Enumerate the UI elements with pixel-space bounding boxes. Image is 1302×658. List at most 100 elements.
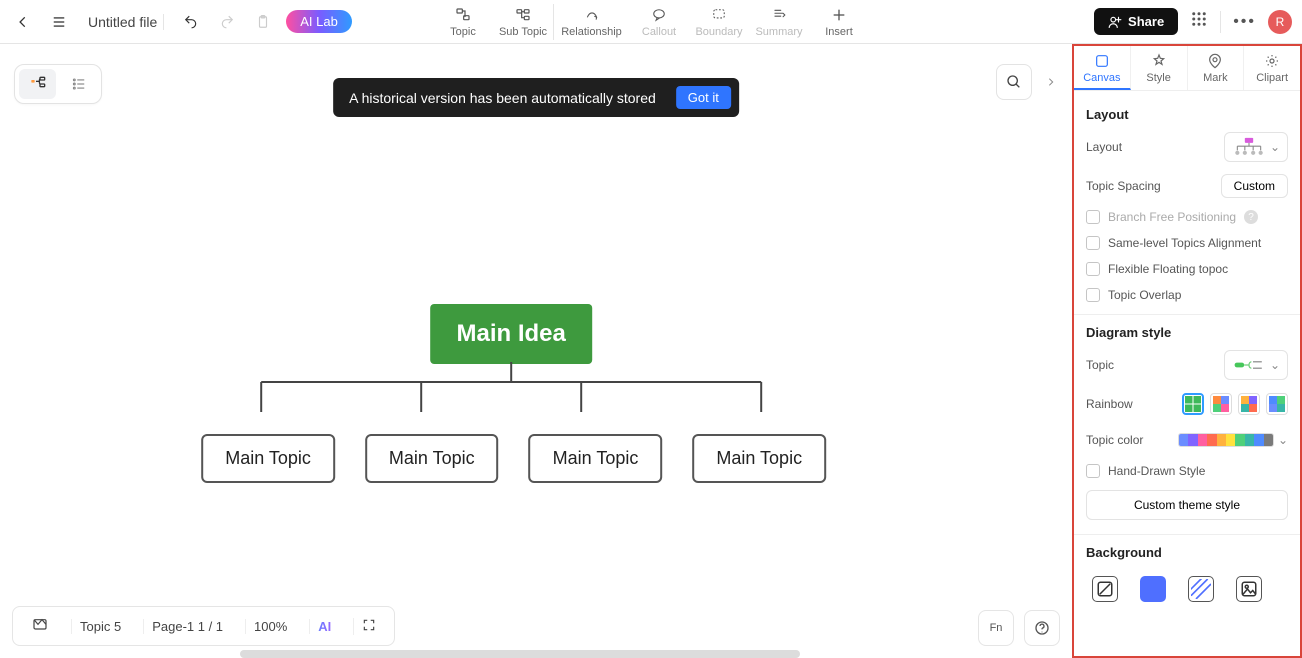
status-ai-button[interactable]: AI bbox=[309, 619, 339, 634]
right-panel: Canvas Style Mark Clipart Layout Layout bbox=[1072, 44, 1302, 658]
bg-none-icon[interactable] bbox=[1092, 576, 1118, 602]
tool-relationship[interactable]: Relationship bbox=[553, 4, 629, 40]
status-zoom[interactable]: 100% bbox=[245, 619, 295, 634]
fullscreen-icon[interactable] bbox=[353, 618, 384, 635]
help-hint-icon[interactable]: ? bbox=[1244, 210, 1258, 224]
canvas-top-right-controls bbox=[996, 64, 1060, 100]
help-icon[interactable] bbox=[1024, 610, 1060, 646]
history-toast: A historical version has been automatica… bbox=[333, 78, 739, 117]
paste-icon[interactable] bbox=[250, 9, 276, 35]
redo-icon[interactable] bbox=[214, 9, 240, 35]
spacing-button[interactable]: Custom bbox=[1221, 174, 1288, 198]
bg-pattern-icon[interactable] bbox=[1188, 576, 1214, 602]
checkbox-icon bbox=[1086, 236, 1100, 250]
chk-label: Hand-Drawn Style bbox=[1108, 464, 1205, 478]
tool-label: Insert bbox=[825, 26, 853, 38]
chk-label: Flexible Floating topoc bbox=[1108, 262, 1228, 276]
collapse-panel-icon[interactable] bbox=[1042, 64, 1060, 100]
mindmap: Main Idea Main Topic Main Topic Main Top… bbox=[201, 304, 821, 483]
custom-theme-button[interactable]: Custom theme style bbox=[1086, 490, 1288, 520]
bg-solid-icon[interactable] bbox=[1140, 576, 1166, 602]
chevron-down-icon: ⌄ bbox=[1278, 433, 1288, 447]
minimap-icon[interactable] bbox=[23, 617, 57, 636]
apps-grid-icon[interactable] bbox=[1190, 10, 1208, 33]
mindmap-view-icon[interactable] bbox=[19, 69, 56, 99]
more-menu-icon[interactable]: ••• bbox=[1233, 13, 1256, 31]
checkbox-icon bbox=[1086, 288, 1100, 302]
background-section-title: Background bbox=[1086, 545, 1288, 560]
undo-icon[interactable] bbox=[178, 9, 204, 35]
chk-label: Branch Free Positioning bbox=[1108, 210, 1236, 224]
branch-free-checkbox[interactable]: Branch Free Positioning ? bbox=[1086, 210, 1288, 224]
rainbow-option-1[interactable] bbox=[1182, 393, 1204, 415]
chevron-down-icon: ⌄ bbox=[1270, 140, 1280, 154]
tool-callout[interactable]: Callout bbox=[629, 4, 689, 40]
checkbox-icon bbox=[1086, 262, 1100, 276]
topic-color-strip[interactable] bbox=[1178, 433, 1274, 447]
tab-style[interactable]: Style bbox=[1131, 46, 1188, 90]
tab-label: Style bbox=[1146, 72, 1170, 84]
back-icon[interactable] bbox=[10, 9, 36, 35]
central-topic[interactable]: Main Idea bbox=[431, 304, 592, 364]
chk-label: Same-level Topics Alignment bbox=[1108, 236, 1261, 250]
checkbox-icon bbox=[1086, 464, 1100, 478]
flexible-checkbox[interactable]: Flexible Floating topoc bbox=[1086, 262, 1288, 276]
tool-insert[interactable]: Insert bbox=[809, 4, 869, 40]
rainbow-label: Rainbow bbox=[1086, 397, 1133, 411]
topic-style-label: Topic bbox=[1086, 358, 1114, 372]
layout-section-title: Layout bbox=[1086, 107, 1288, 122]
tool-subtopic[interactable]: Sub Topic bbox=[493, 4, 553, 40]
chk-label: Topic Overlap bbox=[1108, 288, 1181, 302]
tool-label: Relationship bbox=[561, 26, 622, 38]
menu-icon[interactable] bbox=[46, 9, 72, 35]
share-button[interactable]: Share bbox=[1094, 8, 1178, 35]
file-title[interactable]: Untitled file bbox=[82, 14, 164, 30]
tool-label: Topic bbox=[450, 26, 476, 38]
tab-canvas[interactable]: Canvas bbox=[1074, 46, 1131, 90]
diagram-section-title: Diagram style bbox=[1086, 325, 1288, 340]
divider bbox=[1074, 314, 1300, 315]
bg-image-icon[interactable] bbox=[1236, 576, 1262, 602]
layout-label: Layout bbox=[1086, 140, 1122, 154]
ai-lab-button[interactable]: AI Lab bbox=[286, 10, 352, 33]
avatar[interactable]: R bbox=[1268, 10, 1292, 34]
status-bar: Topic 5 Page-1 1 / 1 100% AI bbox=[12, 606, 395, 646]
divider bbox=[1220, 11, 1221, 33]
rainbow-option-4[interactable] bbox=[1266, 393, 1288, 415]
tool-summary[interactable]: Summary bbox=[749, 4, 809, 40]
horizontal-scrollbar[interactable] bbox=[240, 650, 800, 658]
handdrawn-checkbox[interactable]: Hand-Drawn Style bbox=[1086, 464, 1288, 478]
tab-label: Clipart bbox=[1256, 72, 1288, 84]
view-toggle bbox=[14, 64, 102, 104]
tool-label: Callout bbox=[642, 26, 676, 38]
chevron-down-icon: ⌄ bbox=[1270, 358, 1280, 372]
toast-dismiss-button[interactable]: Got it bbox=[676, 86, 731, 109]
overlap-checkbox[interactable]: Topic Overlap bbox=[1086, 288, 1288, 302]
layout-picker[interactable]: ⌄ bbox=[1224, 132, 1288, 162]
top-left-group: Untitled file AI Lab bbox=[10, 9, 352, 35]
status-topic-count[interactable]: Topic 5 bbox=[71, 619, 129, 634]
divider bbox=[1074, 534, 1300, 535]
panel-tabs: Canvas Style Mark Clipart bbox=[1074, 46, 1300, 91]
tool-label: Sub Topic bbox=[499, 26, 547, 38]
tab-mark[interactable]: Mark bbox=[1188, 46, 1245, 90]
rainbow-swatches bbox=[1182, 393, 1288, 415]
rainbow-option-2[interactable] bbox=[1210, 393, 1232, 415]
function-key-icon[interactable]: Fn bbox=[978, 610, 1014, 646]
search-button[interactable] bbox=[996, 64, 1032, 100]
outline-view-icon[interactable] bbox=[60, 69, 97, 99]
tool-boundary[interactable]: Boundary bbox=[689, 4, 749, 40]
topic-style-picker[interactable]: ⌄ bbox=[1224, 350, 1288, 380]
same-level-checkbox[interactable]: Same-level Topics Alignment bbox=[1086, 236, 1288, 250]
checkbox-icon bbox=[1086, 210, 1100, 224]
tab-label: Canvas bbox=[1083, 72, 1120, 84]
status-page[interactable]: Page-1 1 / 1 bbox=[143, 619, 231, 634]
share-label: Share bbox=[1128, 14, 1164, 29]
tool-topic[interactable]: Topic bbox=[433, 4, 493, 40]
status-right-controls: Fn bbox=[978, 610, 1060, 646]
connectors bbox=[201, 362, 821, 442]
canvas[interactable]: A historical version has been automatica… bbox=[0, 44, 1072, 658]
rainbow-option-3[interactable] bbox=[1238, 393, 1260, 415]
main-area: A historical version has been automatica… bbox=[0, 44, 1302, 658]
tab-clipart[interactable]: Clipart bbox=[1244, 46, 1300, 90]
